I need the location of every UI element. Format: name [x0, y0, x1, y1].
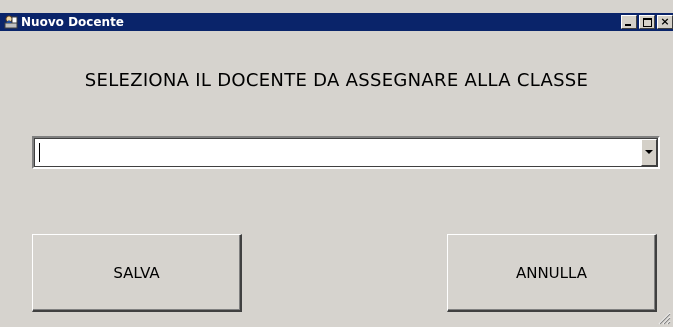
close-icon[interactable]: ×	[657, 15, 673, 29]
caption-buttons: ×	[621, 15, 673, 29]
window-title: Nuovo Docente	[21, 15, 124, 29]
app-icon[interactable]	[3, 14, 19, 30]
dialog-window: Nuovo Docente × SELEZIONA IL DOCENTE DA …	[0, 0, 673, 327]
title-bar[interactable]: Nuovo Docente ×	[0, 13, 673, 31]
resize-grip-icon[interactable]	[657, 311, 671, 325]
chevron-down-icon[interactable]	[641, 139, 657, 166]
cancel-button[interactable]: ANNULLA	[447, 234, 657, 312]
text-caret	[39, 143, 40, 162]
page-title: SELEZIONA IL DOCENTE DA ASSEGNARE ALLA C…	[84, 70, 589, 91]
save-button[interactable]: SALVA	[32, 234, 242, 312]
teacher-select[interactable]	[32, 136, 660, 169]
maximize-icon[interactable]	[639, 15, 655, 29]
minimize-icon[interactable]	[621, 15, 637, 29]
